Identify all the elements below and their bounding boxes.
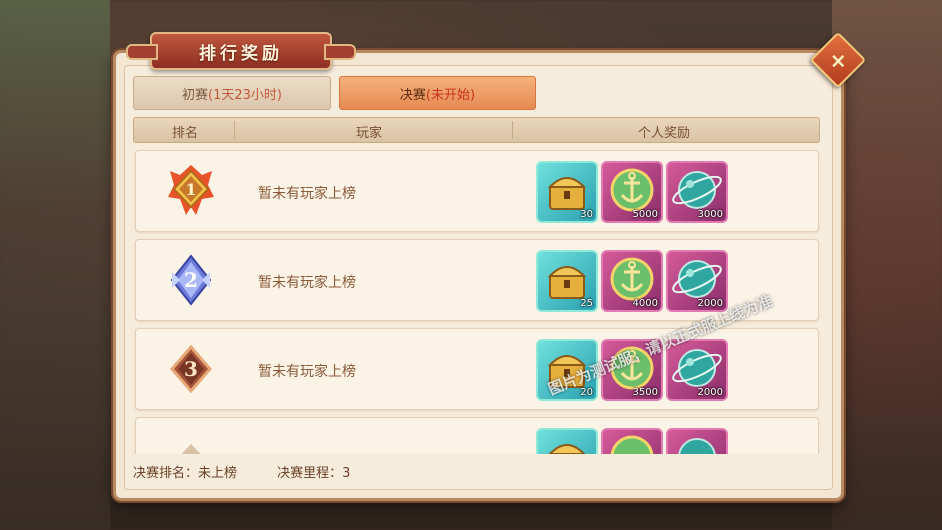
table-row: 2 暂未有玩家上榜 25 4000 2000 [135, 239, 819, 321]
background-left-scene [0, 0, 110, 530]
reward-count: 30 [580, 209, 593, 220]
anchor-coin-icon [610, 435, 654, 454]
table-row [135, 417, 819, 454]
tab-status: (1天23小时) [208, 87, 282, 103]
final-rank-text: 决赛排名：未上榜 [133, 466, 238, 481]
tab-preliminary[interactable]: 初赛 (1天23小时) [133, 76, 331, 110]
reward-count: 5000 [632, 209, 658, 220]
tab-status: (未开始) [425, 87, 476, 103]
rank-number: 1 [185, 180, 196, 199]
header-rank: 排名 [172, 126, 199, 141]
reward-item[interactable]: 5000 [601, 161, 663, 223]
ranking-list[interactable]: 1 暂未有玩家上榜 30 5000 3000 2 暂未有玩家上榜 25 4000… [133, 150, 821, 454]
column-divider [234, 121, 235, 139]
reward-count: 2000 [697, 298, 723, 309]
header-reward: 个人奖励 [638, 126, 691, 141]
table-header: 排名 玩家 个人奖励 [133, 117, 820, 143]
rank-3-badge-icon: 3 [170, 344, 212, 394]
rank-badge-icon [181, 444, 201, 454]
rank-number: 3 [184, 357, 198, 381]
table-row: 3 暂未有玩家上榜 20 3500 2000 [135, 328, 819, 410]
tab-final[interactable]: 决赛 (未开始) [339, 76, 536, 110]
reward-count: 3000 [697, 209, 723, 220]
player-name: 暂未有玩家上榜 [258, 275, 356, 291]
reward-item[interactable] [666, 428, 728, 454]
header-player: 玩家 [356, 126, 383, 141]
tab-label: 初赛 [182, 87, 209, 103]
reward-item[interactable]: 3000 [666, 161, 728, 223]
reward-item[interactable]: 2000 [666, 250, 728, 312]
reward-count: 2000 [697, 387, 723, 398]
player-name: 暂未有玩家上榜 [258, 364, 356, 380]
reward-count: 20 [580, 387, 593, 398]
table-row: 1 暂未有玩家上榜 30 5000 3000 [135, 150, 819, 232]
reward-item[interactable] [536, 428, 598, 454]
footer-status: 决赛排名：未上榜 决赛里程：3 [133, 462, 386, 481]
reward-item[interactable] [601, 428, 663, 454]
planet-orb-icon [678, 438, 716, 454]
reward-item[interactable]: 25 [536, 250, 598, 312]
rank-number: 2 [184, 268, 198, 292]
reward-count: 4000 [632, 298, 658, 309]
reward-item[interactable]: 30 [536, 161, 598, 223]
treasure-chest-icon [548, 444, 586, 454]
dialog-title: 排行奖励 [126, 32, 356, 70]
reward-count: 3500 [632, 387, 658, 398]
column-divider [512, 121, 513, 139]
reward-count: 25 [580, 298, 593, 309]
tab-label: 决赛 [399, 87, 426, 103]
rank-2-badge-icon: 2 [170, 254, 212, 306]
player-name: 暂未有玩家上榜 [258, 186, 356, 202]
reward-item[interactable]: 4000 [601, 250, 663, 312]
rank-1-badge-icon: 1 [168, 165, 214, 215]
background-right-scene [832, 0, 942, 530]
final-mileage-text: 决赛里程：3 [277, 466, 351, 481]
close-icon: × [829, 47, 847, 72]
